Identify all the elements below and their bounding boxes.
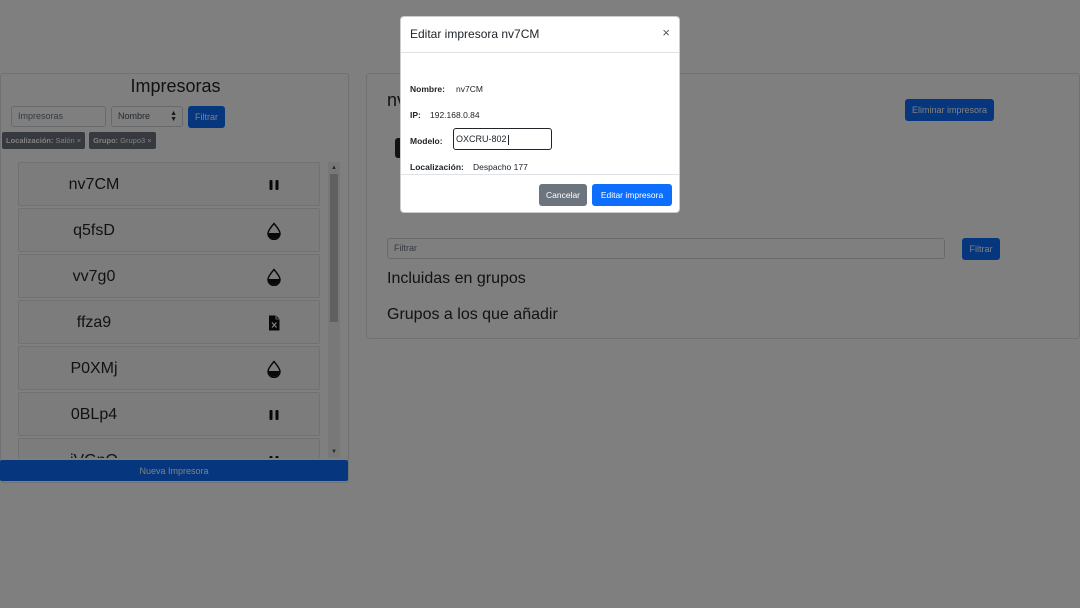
modal-body: Nombre: nv7CM IP: 192.168.0.84 Modelo: O… [401,53,679,175]
modal-footer: Cancelar Editar impresora [401,174,679,214]
location-label: Localización: [410,162,464,172]
edit-printer-submit-button[interactable]: Editar impresora [592,184,672,206]
cancel-button[interactable]: Cancelar [539,184,587,206]
model-input[interactable]: OXCRU-802 [453,128,552,150]
ip-value: 192.168.0.84 [430,110,480,120]
model-input-value: OXCRU-802 [456,134,507,144]
text-cursor [507,134,509,145]
location-value: Despacho 177 [473,162,528,172]
name-value: nv7CM [456,84,483,94]
name-label: Nombre: [410,84,445,94]
ip-label: IP: [410,110,421,120]
modal-header: Editar impresora nv7CM × [401,17,679,53]
modal-title: Editar impresora nv7CM [410,27,540,41]
edit-printer-modal: Editar impresora nv7CM × Nombre: nv7CM I… [400,16,680,213]
close-icon[interactable]: × [662,26,670,40]
model-label: Modelo: [410,136,443,146]
